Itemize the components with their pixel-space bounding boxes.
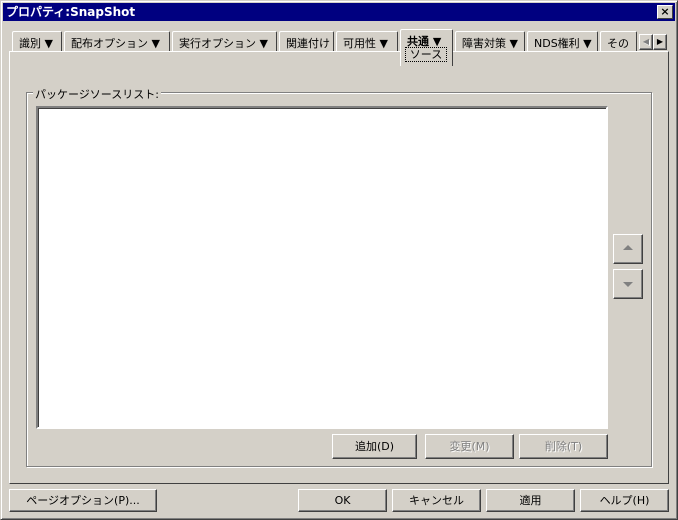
cancel-button[interactable]: キャンセル: [392, 489, 481, 512]
modify-button[interactable]: 変更(M): [425, 434, 514, 459]
tab-fault-tolerance[interactable]: 障害対策 ▼: [455, 31, 525, 52]
close-button[interactable]: ×: [657, 5, 673, 19]
tab-scroll-left-button[interactable]: ◀: [639, 34, 653, 50]
subtab-sources[interactable]: ソース: [405, 47, 447, 62]
tab-nds-rights[interactable]: NDS権利 ▼: [527, 31, 598, 52]
move-up-button[interactable]: [613, 234, 643, 264]
page-options-button[interactable]: ページオプション(P)...: [9, 489, 157, 512]
tab-distribution-options[interactable]: 配布オプション ▼: [64, 31, 170, 52]
tab-identification[interactable]: 識別 ▼: [12, 31, 62, 52]
tab-common[interactable]: 共通 ▼ ソース: [400, 29, 453, 66]
package-source-list-label: パッケージソースリスト:: [33, 86, 161, 102]
add-button[interactable]: 追加(D): [332, 434, 417, 459]
apply-button[interactable]: 適用: [486, 489, 575, 512]
delete-button[interactable]: 削除(T): [519, 434, 608, 459]
tab-associations[interactable]: 関連付け: [279, 31, 334, 52]
move-down-button[interactable]: [613, 269, 643, 299]
down-arrow-icon: [623, 282, 633, 287]
title-bar: プロパティ:SnapShot: [3, 3, 675, 21]
tab-scroll-right-button[interactable]: ▶: [653, 34, 667, 50]
tab-availability[interactable]: 可用性 ▼: [336, 31, 398, 52]
window-title: プロパティ:SnapShot: [6, 5, 136, 19]
tab-other[interactable]: その: [600, 31, 637, 52]
ok-button[interactable]: OK: [298, 489, 387, 512]
package-source-list[interactable]: [36, 106, 608, 429]
tab-run-options[interactable]: 実行オプション ▼: [172, 31, 277, 52]
up-arrow-icon: [623, 245, 633, 250]
help-button[interactable]: ヘルプ(H): [580, 489, 669, 512]
